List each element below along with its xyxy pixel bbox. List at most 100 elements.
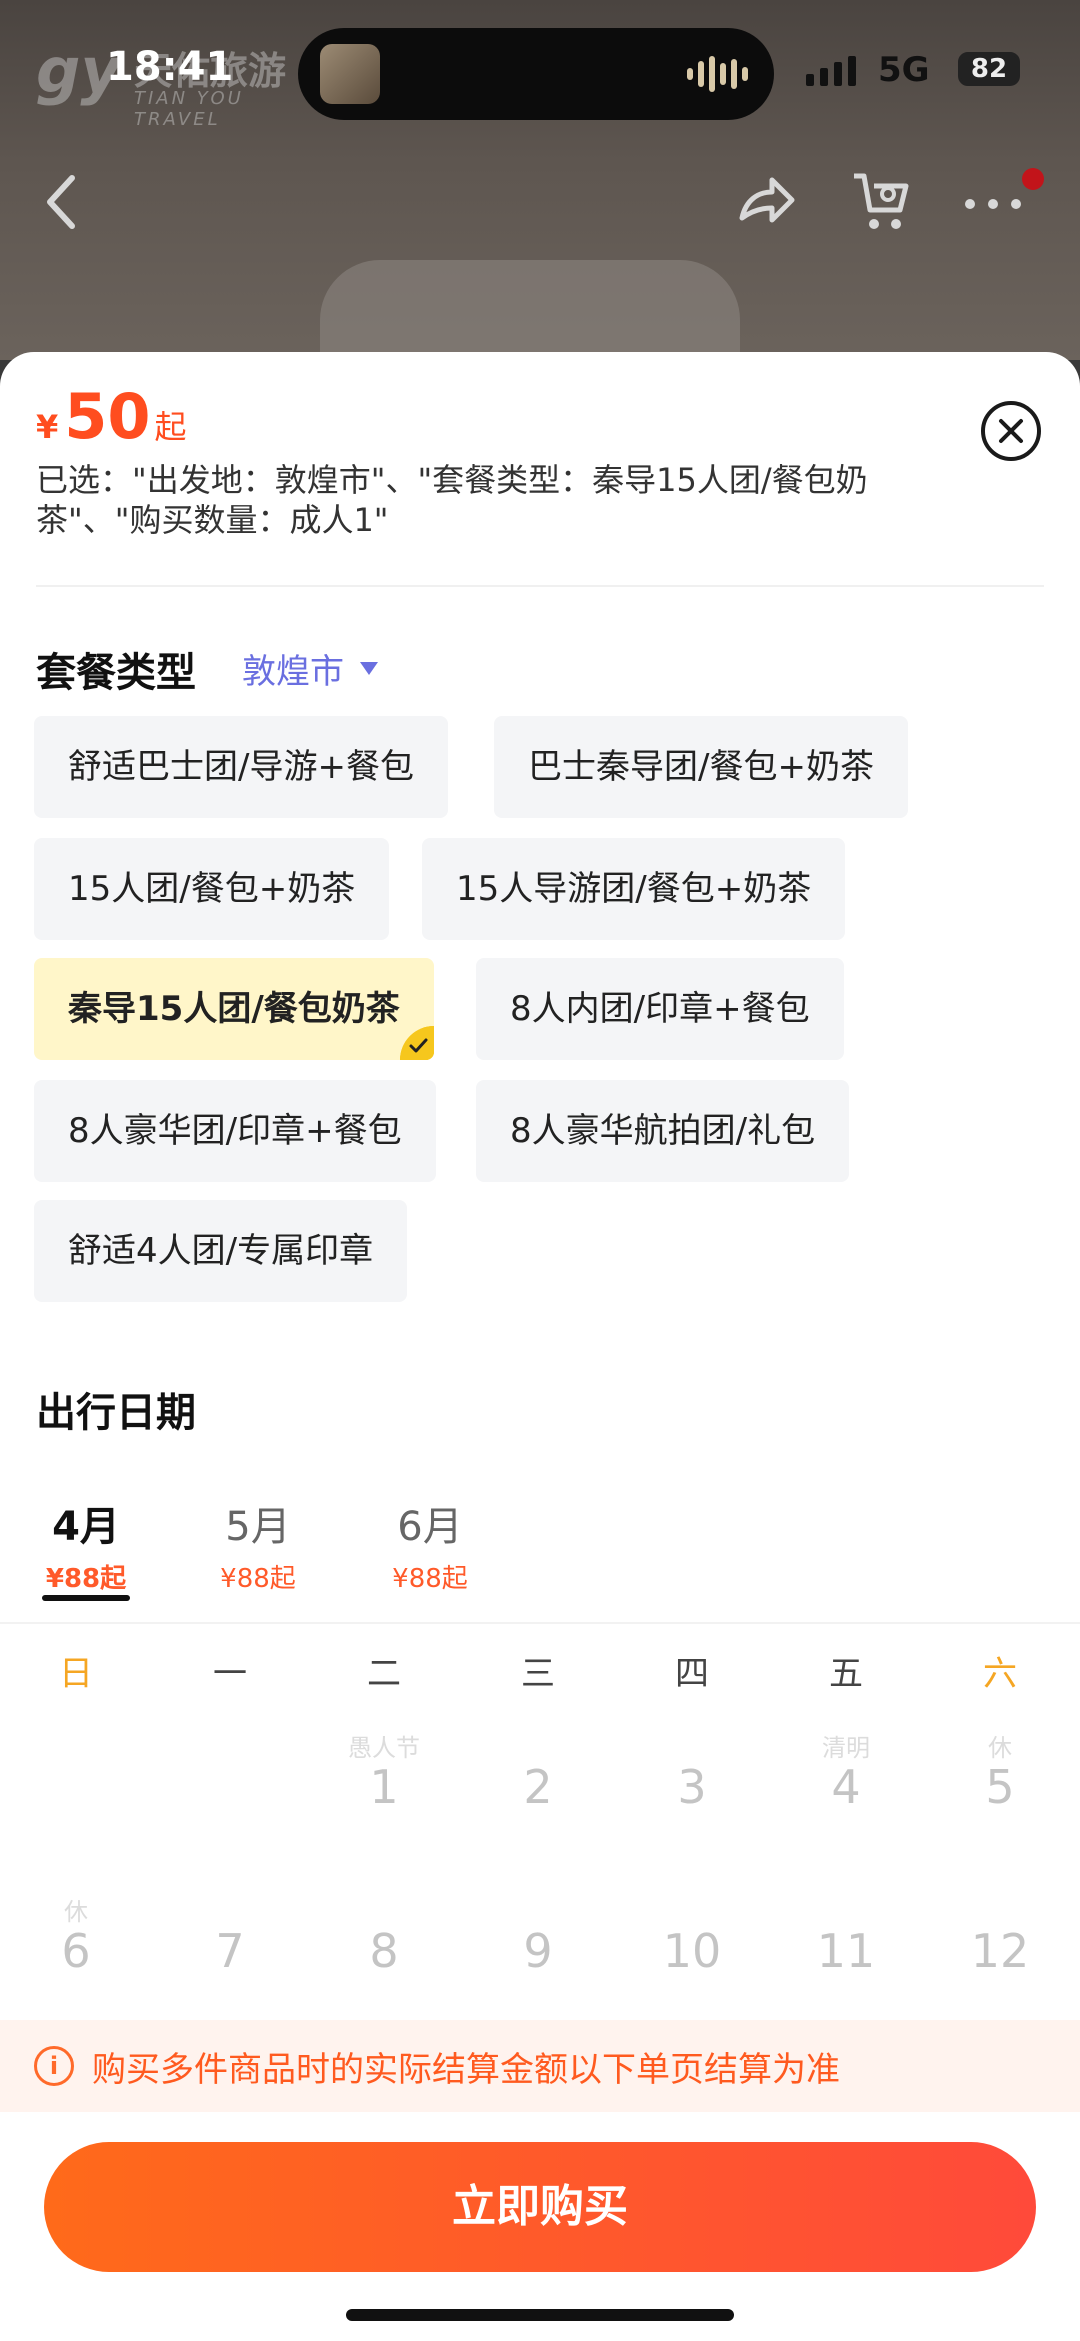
- day-number: 10: [662, 1924, 722, 1978]
- package-option[interactable]: 8人豪华团/印章+餐包: [34, 1080, 436, 1182]
- origin-label: 敦煌市: [242, 652, 344, 692]
- dynamic-island: [298, 28, 774, 120]
- day-tag: [796, 1892, 896, 1924]
- weekday-sun: 日: [59, 1654, 93, 1694]
- more-icon[interactable]: [958, 176, 1028, 226]
- day-number: 3: [677, 1760, 707, 1814]
- day-tag: [642, 1728, 742, 1760]
- day-tag: [334, 1892, 434, 1924]
- signal-icon: [806, 56, 856, 86]
- day-tag: 休: [988, 1734, 1012, 1762]
- day-tag: [642, 1892, 742, 1924]
- calendar-day[interactable]: 休5: [950, 1728, 1050, 1814]
- package-option-label: 8人内团/印章+餐包: [510, 989, 810, 1029]
- package-option-label: 舒适4人团/专属印章: [68, 1231, 374, 1271]
- package-option[interactable]: 8人豪华航拍团/礼包: [476, 1080, 850, 1182]
- status-time: 18:41: [106, 44, 234, 90]
- calendar-day[interactable]: 11: [796, 1892, 896, 1978]
- close-icon[interactable]: [980, 400, 1042, 462]
- weekday-thu: 四: [675, 1654, 709, 1694]
- package-option-selected[interactable]: 秦导15人团/餐包奶茶: [34, 958, 434, 1060]
- weekday-mon: 一: [213, 1654, 247, 1694]
- package-option-label: 巴士秦导团/餐包+奶茶: [528, 747, 874, 787]
- month-tab-may[interactable]: 5月 ¥88起: [198, 1494, 318, 1595]
- calendar-day[interactable]: 愚人节 1: [334, 1728, 434, 1814]
- cart-icon[interactable]: [850, 168, 910, 234]
- month-label: 6月: [397, 1504, 463, 1550]
- now-playing-thumbnail: [320, 44, 380, 104]
- calendar-day[interactable]: 7: [180, 1892, 280, 1978]
- audio-wave-icon: [687, 56, 748, 92]
- day-number: 5: [985, 1760, 1015, 1814]
- package-section-title: 套餐类型: [36, 650, 196, 696]
- date-section-title: 出行日期: [36, 1390, 196, 1436]
- notice-text: 购买多件商品时的实际结算金额以下单页结算为准: [92, 2049, 840, 2090]
- package-option-label: 8人豪华航拍团/礼包: [510, 1111, 816, 1151]
- weekday-tue: 二: [367, 1654, 401, 1694]
- month-label: 5月: [225, 1504, 291, 1550]
- day-tag: [488, 1728, 588, 1760]
- month-price: ¥88起: [392, 1564, 468, 1594]
- day-tag: 休: [64, 1898, 88, 1926]
- info-icon: i: [34, 2046, 74, 2086]
- day-number: 9: [523, 1924, 553, 1978]
- package-option-label: 舒适巴士团/导游+餐包: [68, 747, 414, 787]
- weekday-fri: 五: [829, 1654, 863, 1694]
- network-label: 5G: [878, 50, 930, 90]
- share-icon[interactable]: [736, 170, 796, 230]
- calendar-day[interactable]: 2: [488, 1728, 588, 1814]
- price-amount: 50: [64, 380, 151, 453]
- day-number: 7: [215, 1924, 245, 1978]
- day-tag: [950, 1892, 1050, 1924]
- calendar-day[interactable]: 休6: [26, 1892, 126, 1978]
- origin-selector[interactable]: 敦煌市: [242, 644, 378, 693]
- selection-summary: 已选："出发地：敦煌市"、"套餐类型：秦导15人团/餐包奶茶"、"购买数量：成人…: [36, 461, 868, 539]
- calendar-day[interactable]: 9: [488, 1892, 588, 1978]
- settlement-notice: i 购买多件商品时的实际结算金额以下单页结算为准: [0, 2020, 1080, 2112]
- month-price: ¥88起: [220, 1564, 296, 1594]
- dropdown-triangle-icon: [360, 662, 378, 675]
- day-number: 12: [970, 1924, 1030, 1978]
- weekday-wed: 三: [521, 1654, 555, 1694]
- day-number: 2: [523, 1760, 553, 1814]
- package-option-label: 15人导游团/餐包+奶茶: [456, 869, 812, 909]
- package-option[interactable]: 15人团/餐包+奶茶: [34, 838, 390, 940]
- calendar-day[interactable]: 12: [950, 1892, 1050, 1978]
- buy-now-button[interactable]: 立即购买: [44, 2142, 1036, 2272]
- package-option-label: 8人豪华团/印章+餐包: [68, 1111, 402, 1151]
- month-price: ¥88起: [45, 1564, 127, 1594]
- home-indicator: [346, 2309, 734, 2321]
- calendar-day[interactable]: 10: [642, 1892, 742, 1978]
- month-label: 4月: [52, 1504, 120, 1550]
- back-icon[interactable]: [40, 172, 80, 232]
- day-number: 1: [369, 1760, 399, 1814]
- notification-dot: [1022, 168, 1044, 190]
- package-option[interactable]: 舒适巴士团/导游+餐包: [34, 716, 448, 818]
- price-currency: ¥: [36, 408, 59, 446]
- package-option-label: 15人团/餐包+奶茶: [68, 869, 356, 909]
- price-suffix: 起: [154, 408, 187, 446]
- day-tag: [180, 1892, 280, 1924]
- divider: [36, 585, 1044, 587]
- day-tag: [488, 1892, 588, 1924]
- month-tab-april[interactable]: 4月 ¥88起: [26, 1494, 146, 1595]
- calendar-day[interactable]: 8: [334, 1892, 434, 1978]
- package-option[interactable]: 15人导游团/餐包+奶茶: [422, 838, 846, 940]
- day-number: 6: [61, 1924, 91, 1978]
- day-number: 8: [369, 1924, 399, 1978]
- calendar-day[interactable]: 清明 4: [796, 1728, 896, 1814]
- calendar-day[interactable]: 3: [642, 1728, 742, 1814]
- battery-indicator: 82: [958, 52, 1020, 86]
- day-number: 11: [816, 1924, 876, 1978]
- package-option[interactable]: 巴士秦导团/餐包+奶茶: [494, 716, 908, 818]
- month-tab-june[interactable]: 6月 ¥88起: [370, 1494, 490, 1595]
- day-number: 4: [831, 1760, 861, 1814]
- weekday-sat: 六: [983, 1654, 1017, 1694]
- day-tag: 清明: [822, 1734, 870, 1762]
- package-option[interactable]: 舒适4人团/专属印章: [34, 1200, 408, 1302]
- active-tab-underline: [42, 1595, 130, 1601]
- package-option[interactable]: 8人内团/印章+餐包: [476, 958, 844, 1060]
- divider: [0, 1622, 1080, 1624]
- check-icon: [399, 1026, 434, 1060]
- price: ¥ 50 起: [36, 380, 187, 453]
